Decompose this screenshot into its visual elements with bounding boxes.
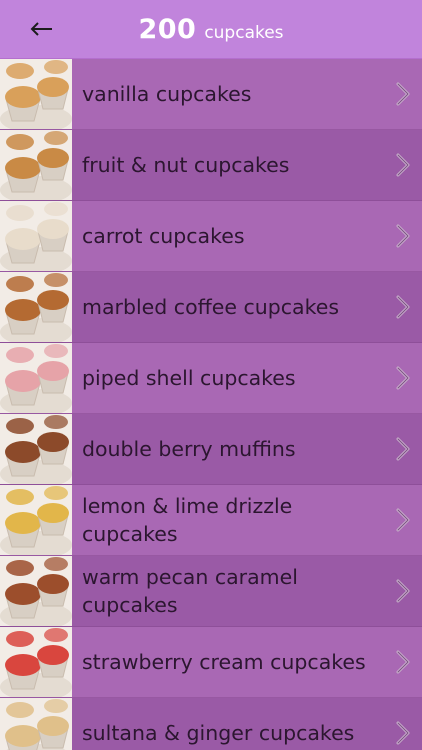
chevron-right-icon [396, 295, 410, 319]
recipe-row[interactable]: carrot cupcakes [0, 201, 422, 272]
recipe-label: carrot cupcakes [82, 224, 245, 248]
recipe-label: marbled coffee cupcakes [82, 295, 340, 319]
title-word: cupcakes [204, 22, 284, 43]
recipe-thumbnail [0, 698, 72, 750]
nav-bar: 200 cupcakes [0, 0, 422, 59]
page-title: 200 cupcakes [138, 14, 283, 45]
recipe-label: piped shell cupcakes [82, 366, 296, 390]
app-screen: 200 cupcakes vanilla cupcakes fruit & nut… [0, 0, 422, 750]
recipe-row[interactable]: fruit & nut cupcakes [0, 130, 422, 201]
recipe-label: strawberry cream cupcakes [82, 650, 366, 674]
recipe-row[interactable]: marbled coffee cupcakes [0, 272, 422, 343]
recipe-thumbnail [0, 556, 72, 626]
recipe-row[interactable]: warm pecan caramel cupcakes [0, 556, 422, 627]
chevron-right-icon [396, 508, 410, 532]
recipe-thumbnail [0, 272, 72, 342]
recipe-thumbnail [0, 485, 72, 555]
chevron-right-icon [396, 224, 410, 248]
chevron-right-icon [396, 650, 410, 674]
recipe-label: lemon & lime drizzle cupcakes [82, 494, 293, 546]
chevron-right-icon [396, 437, 410, 461]
recipe-row[interactable]: strawberry cream cupcakes [0, 627, 422, 698]
recipe-row[interactable]: double berry muffins [0, 414, 422, 485]
recipe-list: vanilla cupcakes fruit & nut cupcakes carr… [0, 59, 422, 750]
chevron-right-icon [396, 721, 410, 745]
recipe-thumbnail [0, 59, 72, 129]
chevron-right-icon [396, 366, 410, 390]
title-number: 200 [138, 13, 197, 45]
recipe-thumbnail [0, 130, 72, 200]
chevron-right-icon [396, 153, 410, 177]
recipe-label: vanilla cupcakes [82, 82, 252, 106]
recipe-thumbnail [0, 414, 72, 484]
recipe-label: sultana & ginger cupcakes [82, 721, 355, 745]
back-button[interactable] [24, 14, 58, 44]
recipe-thumbnail [0, 627, 72, 697]
chevron-right-icon [396, 579, 410, 603]
recipe-label: fruit & nut cupcakes [82, 153, 290, 177]
recipe-thumbnail [0, 343, 72, 413]
recipe-row[interactable]: lemon & lime drizzle cupcakes [0, 485, 422, 556]
chevron-right-icon [396, 82, 410, 106]
recipe-row[interactable]: piped shell cupcakes [0, 343, 422, 414]
recipe-thumbnail [0, 201, 72, 271]
arrow-left-icon [30, 22, 52, 36]
recipe-label: warm pecan caramel cupcakes [82, 565, 298, 617]
recipe-row[interactable]: sultana & ginger cupcakes [0, 698, 422, 750]
recipe-label: double berry muffins [82, 437, 296, 461]
recipe-row[interactable]: vanilla cupcakes [0, 59, 422, 130]
